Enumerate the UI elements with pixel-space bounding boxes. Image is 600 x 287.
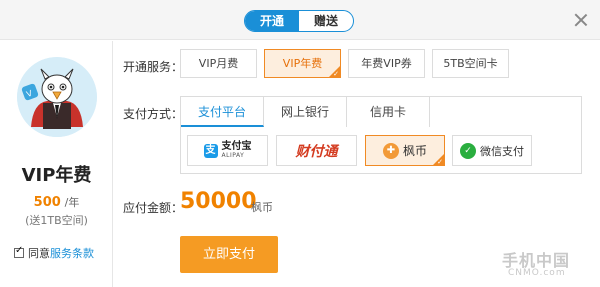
- alipay-icon: 支: [203, 143, 218, 158]
- plan-bonus: (送1TB空间): [25, 214, 88, 227]
- terms-agreement: 同意 服务条款: [14, 245, 94, 261]
- tab-credit-card[interactable]: 信用卡: [347, 97, 430, 127]
- maple-coin-icon: ✚: [382, 142, 399, 159]
- wechat-pay-icon: ✓: [460, 142, 476, 159]
- service-option-vip-yearly[interactable]: VIP年费 ✓: [264, 49, 341, 78]
- service-option-label: VIP年费: [282, 57, 323, 70]
- amount-unit: 枫币: [251, 201, 273, 214]
- maple-coin-label: 枫币: [402, 144, 427, 158]
- close-icon[interactable]: [571, 10, 591, 30]
- watermark-en: CNMO.com: [508, 268, 566, 278]
- watermark: 手机中国 CNMO.com: [480, 247, 590, 283]
- tenpay-label: 财付通: [295, 143, 338, 160]
- price-unit: /年: [64, 196, 80, 209]
- service-option-label: VIP月费: [198, 57, 239, 70]
- price-value: 500: [33, 195, 61, 210]
- payment-method-tenpay[interactable]: 财付通: [276, 135, 357, 166]
- wechat-pay-label: 微信支付: [480, 144, 524, 158]
- top-bar: 开通 赠送: [0, 0, 600, 40]
- alipay-label: 支付宝: [221, 141, 252, 152]
- payment-method-alipay[interactable]: 支 支付宝 ALIPAY: [187, 135, 268, 166]
- payment-tabs: 支付平台 网上银行 信用卡: [180, 96, 582, 128]
- terms-link[interactable]: 服务条款: [50, 245, 94, 261]
- alipay-logo-text: 支付宝 ALIPAY: [222, 142, 252, 159]
- amount-label: 应付金额：: [123, 201, 184, 215]
- service-option-label: 5TB空间卡: [443, 57, 498, 70]
- check-icon: ✓: [333, 70, 339, 78]
- service-option-vip-monthly[interactable]: VIP月费: [180, 49, 257, 78]
- mascot-avatar: V: [17, 57, 97, 137]
- tab-open[interactable]: 开通: [245, 11, 299, 31]
- pay-now-button[interactable]: 立即支付: [180, 236, 278, 273]
- mode-toggle: 开通 赠送: [244, 10, 354, 32]
- payment-method-wechat[interactable]: ✓ 微信支付: [452, 135, 532, 166]
- amount-value: 50000: [180, 189, 257, 214]
- service-option-space-card[interactable]: 5TB空间卡: [432, 49, 509, 78]
- alipay-sublabel: ALIPAY: [221, 152, 245, 159]
- check-icon: ✓: [437, 158, 443, 166]
- tab-online-banking[interactable]: 网上银行: [264, 97, 347, 127]
- agree-checkbox[interactable]: [14, 245, 24, 258]
- plan-name: VIP年费: [21, 165, 92, 186]
- payment-method-maple-coin[interactable]: ✚ 枫币 ✓: [365, 135, 445, 166]
- payment-label: 支付方式：: [123, 107, 184, 121]
- plan-summary-panel: V VIP年费 500 /年 (送1TB空间) 同意 服务条款: [0, 41, 113, 287]
- tab-gift[interactable]: 赠送: [299, 11, 353, 31]
- service-option-yearly-voucher[interactable]: 年费VIP券: [348, 49, 425, 78]
- plan-price: 500 /年: [0, 194, 113, 210]
- agree-label: 同意: [28, 247, 50, 260]
- tab-payment-platform[interactable]: 支付平台: [181, 97, 264, 127]
- service-option-label: 年费VIP券: [361, 57, 412, 70]
- service-label: 开通服务：: [123, 60, 184, 74]
